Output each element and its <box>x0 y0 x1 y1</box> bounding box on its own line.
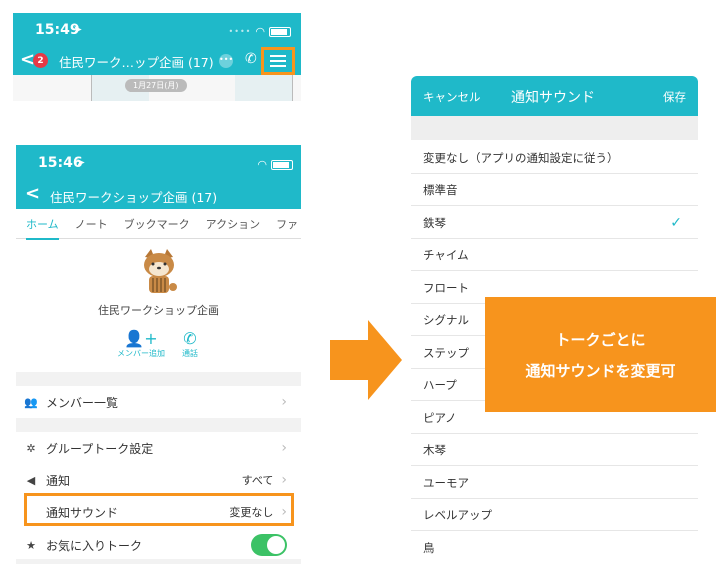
chat-header: 15:49 ➤ •••• ◠ < 2 住民ワーク…ップ企画 (17) ••• ✆ <box>13 13 301 75</box>
save-button[interactable]: 保存 <box>663 89 686 105</box>
gear-icon: ✲ <box>26 441 36 455</box>
tab-bookmark[interactable]: ブックマーク <box>124 216 190 232</box>
add-member-label: メンバー追加 <box>117 349 165 358</box>
sound-option-label: ユーモア <box>423 475 469 490</box>
favorite-row[interactable]: ★ お気に入りトーク <box>16 529 301 561</box>
wifi-icon: ◠ <box>257 158 267 171</box>
location-icon: ➤ <box>73 23 83 36</box>
chat-title: 住民ワーク…ップ企画 (17) <box>59 55 214 70</box>
sound-option-label: チャイム <box>423 247 469 262</box>
favorite-label: お気に入りトーク <box>46 538 143 553</box>
sound-option[interactable]: レベルアップ <box>411 499 698 531</box>
phone-icon: ✆ <box>183 329 197 348</box>
sound-option[interactable]: 木琴 <box>411 434 698 466</box>
group-name: 住民ワークショップ企画 <box>98 304 219 317</box>
members-icon: 👥 <box>24 395 38 409</box>
menu-icon <box>270 55 286 67</box>
callout-line-2: 通知サウンドを変更可 <box>525 361 676 380</box>
battery-icon <box>269 26 291 37</box>
section-divider <box>16 418 301 432</box>
check-icon: ✓ <box>670 214 682 231</box>
sound-option[interactable]: 鳥 <box>411 532 698 564</box>
battery-icon <box>271 159 293 170</box>
notify-label: 通知 <box>46 473 71 488</box>
chevron-right-icon: › <box>281 394 287 410</box>
tab-file[interactable]: ファ <box>276 216 298 232</box>
sound-option[interactable]: チャイム <box>411 239 698 271</box>
sound-option-label: ステップ <box>423 345 469 360</box>
group-avatar <box>144 249 177 293</box>
member-list-label: メンバー一覧 <box>46 395 119 410</box>
status-icons: ◠ <box>257 158 293 171</box>
signal-icon: •••• <box>228 27 252 36</box>
status-icons: •••• ◠ <box>229 25 291 38</box>
feature-callout: トークごとに 通知サウンドを変更可 <box>485 297 716 412</box>
sound-option[interactable]: ユーモア <box>411 467 698 499</box>
sound-option[interactable]: 鉄琴 ✓ <box>411 207 698 239</box>
menu-button[interactable] <box>261 47 295 75</box>
add-member-button[interactable]: 👤+ メンバー追加 <box>116 330 166 359</box>
sound-option-label: レベルアップ <box>423 507 492 522</box>
date-pill: 1月27日(月) <box>125 79 187 92</box>
back-icon[interactable]: < <box>25 183 40 204</box>
bottom-divider <box>16 559 301 564</box>
sound-option-label: 変更なし（アプリの通知設定に従う） <box>423 150 619 165</box>
group-home-screen: 15:46 ➤ ◠ < 住民ワークショップ企画 (17) ホーム ノート ブック… <box>16 145 301 564</box>
phone-icon[interactable]: ✆ <box>245 51 257 67</box>
chat-bubble-right <box>235 75 293 101</box>
unread-badge: 2 <box>33 53 48 68</box>
sound-option-label: ピアノ <box>423 410 457 425</box>
more-icon[interactable]: ••• <box>219 54 233 68</box>
section-divider <box>16 372 301 386</box>
notify-row[interactable]: ◀ 通知 すべて › <box>16 464 301 496</box>
wifi-icon: ◠ <box>255 25 265 38</box>
group-settings-label: グループトーク設定 <box>46 441 154 456</box>
tab-home[interactable]: ホーム <box>26 216 59 240</box>
sound-option-label: 木琴 <box>423 442 446 457</box>
call-button[interactable]: ✆ 通話 <box>173 330 207 359</box>
header-title: 住民ワークショップ企画 (17) <box>50 190 218 205</box>
sound-option-label: 鳥 <box>423 541 435 555</box>
page-title: 通知サウンド <box>511 90 595 106</box>
sound-option-label: 標準音 <box>423 182 458 197</box>
location-icon: ➤ <box>76 156 86 169</box>
chat-area: 1月27日(月) <box>13 75 301 101</box>
group-header: 15:46 ➤ ◠ < 住民ワークショップ企画 (17) <box>16 145 301 209</box>
cancel-button[interactable]: キャンセル <box>423 89 481 105</box>
sound-option-label: 鉄琴 <box>423 215 446 230</box>
callout-line-1: トークごとに <box>555 330 646 349</box>
group-settings-row[interactable]: ✲ グループトーク設定 › <box>16 432 301 464</box>
sound-option[interactable]: 標準音 <box>411 174 698 206</box>
sound-option-label: シグナル <box>423 312 469 327</box>
sound-header: キャンセル 通知サウンド 保存 <box>411 76 698 116</box>
sound-option-label: ハープ <box>423 377 457 392</box>
chevron-right-icon: › <box>281 440 287 456</box>
tab-action[interactable]: アクション <box>206 216 260 232</box>
member-list-row[interactable]: 👥 メンバー一覧 › <box>16 386 301 418</box>
call-label: 通話 <box>182 349 198 358</box>
tab-note[interactable]: ノート <box>75 216 108 232</box>
notify-value: すべて <box>241 474 274 487</box>
sound-option[interactable]: 変更なし（アプリの通知設定に従う） <box>411 142 698 174</box>
transition-arrow-icon <box>330 320 402 400</box>
star-icon: ★ <box>26 538 36 552</box>
add-member-icon: 👤+ <box>124 329 158 348</box>
favorite-toggle[interactable] <box>251 534 287 556</box>
notify-sound-highlight <box>24 493 294 526</box>
header-spacer <box>411 116 698 140</box>
chevron-right-icon: › <box>281 472 287 488</box>
chat-screen: 15:49 ➤ •••• ◠ < 2 住民ワーク…ップ企画 (17) ••• ✆… <box>13 13 301 101</box>
tab-bar: ホーム ノート ブックマーク アクション ファ <box>16 209 301 240</box>
speaker-icon: ◀ <box>26 473 36 487</box>
sound-option-label: フロート <box>423 280 469 295</box>
